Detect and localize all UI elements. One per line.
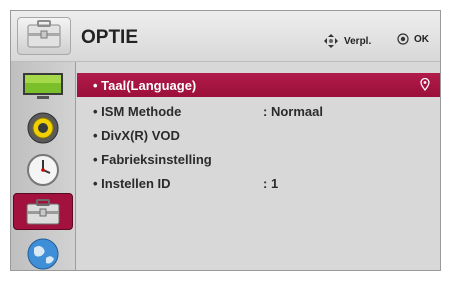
ok-hint-label: OK bbox=[414, 33, 429, 45]
menu-item-label: • DivX(R) VOD bbox=[93, 128, 180, 143]
menu-item-value: : 1 bbox=[263, 176, 279, 191]
picture-icon bbox=[23, 72, 63, 99]
move-hint-label: Verpl. bbox=[344, 35, 372, 47]
network-globe-icon bbox=[27, 238, 59, 269]
sidebar-item-picture[interactable] bbox=[13, 67, 73, 104]
option-toolbox-icon bbox=[17, 17, 71, 55]
option-list: • Taal(Language) • ISM Methode : Normaal… bbox=[77, 62, 440, 270]
audio-icon bbox=[27, 112, 59, 143]
move-arrows-icon bbox=[324, 34, 338, 48]
location-pin-icon bbox=[420, 77, 430, 94]
page-title: OPTIE bbox=[81, 27, 139, 48]
menu-item-value: : Normaal bbox=[263, 104, 323, 119]
option-toolbox-icon bbox=[26, 198, 60, 224]
menu-item-label: • Instellen ID bbox=[93, 176, 171, 191]
clock-icon bbox=[27, 153, 59, 186]
menu-item-label: • Fabrieksinstelling bbox=[93, 152, 212, 167]
menu-item-factory-reset[interactable]: • Fabrieksinstelling bbox=[77, 147, 440, 171]
menu-item-ism-method[interactable]: • ISM Methode : Normaal bbox=[77, 99, 440, 123]
move-hint: Verpl. bbox=[323, 33, 371, 49]
sidebar-item-network[interactable] bbox=[13, 235, 73, 270]
option-menu-panel: OPTIE Verpl. OK • Taal(Language) • ISM M… bbox=[10, 10, 441, 271]
sidebar-item-time[interactable] bbox=[13, 151, 73, 188]
ok-button-icon bbox=[397, 33, 409, 45]
menu-item-language[interactable]: • Taal(Language) bbox=[77, 73, 440, 97]
menu-item-label: • Taal(Language) bbox=[93, 78, 197, 93]
menu-item-label: • ISM Methode bbox=[93, 104, 182, 119]
sidebar-item-option[interactable] bbox=[13, 193, 73, 230]
category-sidebar bbox=[11, 62, 76, 270]
sidebar-item-audio[interactable] bbox=[13, 109, 73, 146]
ok-hint: OK bbox=[397, 33, 429, 45]
menu-header: OPTIE Verpl. OK bbox=[11, 11, 440, 62]
menu-item-divx-vod[interactable]: • DivX(R) VOD bbox=[77, 123, 440, 147]
menu-item-set-id[interactable]: • Instellen ID : 1 bbox=[77, 171, 440, 195]
